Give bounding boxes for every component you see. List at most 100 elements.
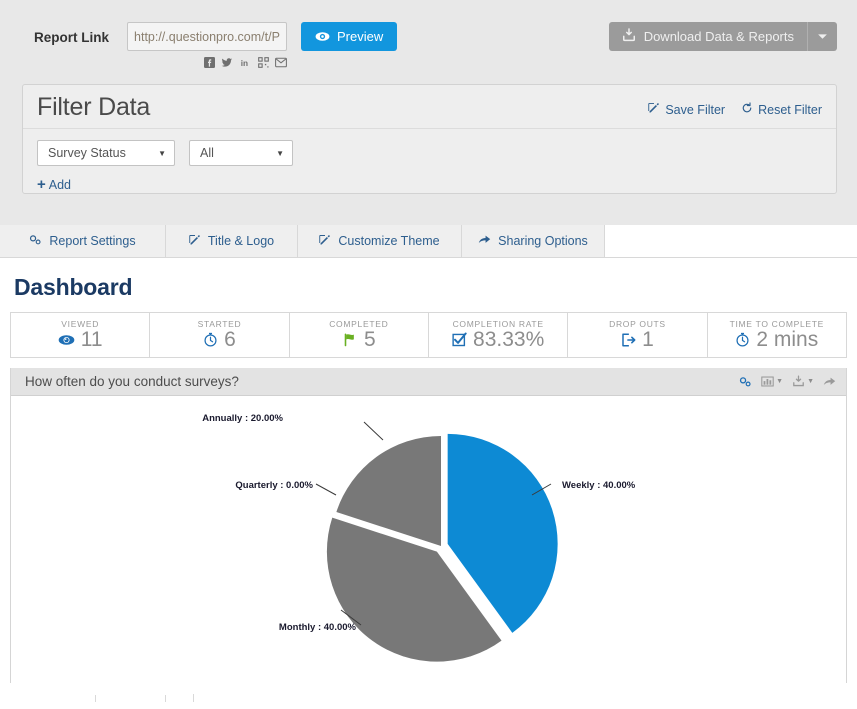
stat-card-time-to-complete: TIME TO COMPLETE 2 mins: [708, 313, 846, 357]
stat-card-drop-outs: DROP OUTS 1: [568, 313, 708, 357]
reset-icon: [741, 102, 753, 117]
stat-label: COMPLETION RATE: [452, 318, 544, 329]
report-link-group: in: [127, 22, 288, 68]
twitter-icon[interactable]: [221, 56, 233, 68]
add-filter-link[interactable]: + Add: [37, 177, 71, 192]
social-share-row: in: [203, 56, 287, 68]
page-title: Dashboard: [14, 274, 133, 300]
stat-value: 6: [224, 328, 236, 352]
tab-sharing-options-label: Sharing Options: [498, 234, 588, 248]
tab-customize-theme-label: Customize Theme: [338, 234, 440, 248]
edit-icon: [189, 234, 201, 249]
check-box-icon: [452, 332, 467, 347]
chart-panel-header: How often do you conduct surveys? ▼ ▼: [11, 368, 846, 396]
add-filter-label: Add: [48, 177, 72, 192]
save-filter-link[interactable]: Save Filter: [648, 102, 725, 117]
download-data-reports-button[interactable]: Download Data & Reports: [608, 22, 807, 51]
chevron-down-icon: ▼: [807, 378, 814, 385]
reset-filter-link[interactable]: Reset Filter: [741, 102, 822, 117]
email-icon[interactable]: [275, 56, 287, 68]
edit-icon: [319, 234, 331, 249]
plus-icon: +: [37, 176, 46, 193]
stat-value: 2 mins: [756, 328, 819, 352]
page-bottom-area: [0, 683, 857, 709]
tab-sharing-options[interactable]: Sharing Options: [462, 225, 605, 257]
chart-body: Annually : 20.00% Quarterly : 0.00% Week…: [11, 396, 846, 684]
bottom-artifact: [95, 695, 96, 702]
edit-icon: [648, 102, 660, 117]
stat-value: 83.33%: [473, 328, 545, 352]
stopwatch-icon: [203, 332, 218, 347]
stat-card-started: STARTED 6: [150, 313, 290, 357]
bottom-artifact: [193, 694, 194, 702]
filter-card-actions: Save Filter Reset Filter: [648, 102, 822, 120]
top-panel: Report Link in: [0, 0, 857, 225]
eye-icon: [315, 31, 330, 42]
chevron-down-icon: ▼: [276, 148, 284, 158]
facebook-icon[interactable]: [203, 56, 215, 68]
stat-value: 11: [80, 328, 103, 352]
filter-data-title: Filter Data: [37, 93, 151, 121]
chart-question-title: How often do you conduct surveys?: [25, 374, 239, 389]
filter-select-row: Survey Status ▼ All ▼: [37, 140, 822, 166]
question-chart-panel: How often do you conduct surveys? ▼ ▼ An…: [10, 368, 847, 685]
stopwatch-icon: [735, 332, 750, 347]
pie-label-monthly: Monthly : 40.00%: [279, 622, 357, 633]
filter-card-header: Filter Data Save Filter Reset Filter: [23, 85, 836, 129]
tab-customize-theme[interactable]: Customize Theme: [298, 225, 462, 257]
flag-icon: [342, 332, 358, 347]
share-icon: [478, 234, 491, 248]
report-link-input[interactable]: [127, 22, 288, 51]
tab-title-logo-label: Title & Logo: [207, 234, 275, 248]
tab-report-settings-label: Report Settings: [49, 234, 136, 248]
qrcode-icon[interactable]: [257, 56, 269, 68]
filter-data-card: Filter Data Save Filter Reset Filter Sur…: [22, 84, 837, 194]
eye-icon: [58, 334, 75, 346]
download-icon: [622, 28, 636, 45]
tab-title-logo[interactable]: Title & Logo: [166, 225, 298, 257]
chart-share-icon[interactable]: [823, 376, 836, 387]
chevron-down-icon: ▼: [158, 148, 166, 158]
reset-filter-label: Reset Filter: [758, 102, 822, 117]
filter-field-select[interactable]: Survey Status ▼: [37, 140, 175, 166]
stat-label: DROP OUTS: [609, 318, 666, 329]
stat-label: TIME TO COMPLETE: [729, 318, 825, 329]
download-button-label: Download Data & Reports: [643, 29, 794, 44]
preview-button-label: Preview: [337, 29, 384, 44]
linkedin-icon[interactable]: in: [239, 56, 251, 68]
preview-button[interactable]: Preview: [301, 22, 398, 51]
stat-value: 5: [363, 328, 376, 352]
dashboard-stats-row: VIEWED 11 STARTED 6 COMPLETED 5 COMPLETI…: [10, 312, 847, 358]
filter-field-select-value: Survey Status: [48, 146, 126, 160]
report-link-label: Report Link: [34, 30, 110, 45]
download-dropdown-caret-button[interactable]: [807, 22, 837, 51]
save-filter-label: Save Filter: [665, 102, 726, 117]
chart-settings-icon[interactable]: [739, 376, 752, 388]
gears-icon: [29, 234, 42, 249]
stat-card-completed: COMPLETED 5: [290, 313, 429, 357]
stat-value: 1: [642, 328, 654, 352]
pie-label-quarterly: Quarterly : 0.00%: [235, 480, 313, 491]
chart-download-icon[interactable]: ▼: [792, 375, 814, 388]
filter-value-select[interactable]: All ▼: [189, 140, 293, 166]
report-tabs: Report Settings Title & Logo Customize T…: [0, 225, 857, 258]
chevron-down-icon: [818, 34, 827, 39]
exit-icon: [621, 333, 636, 347]
svg-text:in: in: [240, 58, 247, 67]
pie-label-weekly: Weekly : 40.00%: [562, 480, 636, 491]
chevron-down-icon: ▼: [776, 378, 784, 385]
bottom-artifact: [165, 695, 166, 702]
stat-label: STARTED: [197, 318, 242, 329]
stat-card-completion-rate: COMPLETION RATE 83.33%: [429, 313, 569, 357]
stat-label: VIEWED: [61, 318, 100, 329]
tab-report-settings[interactable]: Report Settings: [0, 225, 166, 257]
download-button-group: Download Data & Reports: [608, 22, 837, 51]
chart-type-icon[interactable]: ▼: [761, 376, 783, 387]
tabbar-filler: [605, 225, 857, 257]
pie-label-annually: Annually : 20.00%: [202, 413, 283, 424]
filter-value-select-value: All: [200, 146, 214, 160]
stat-label: COMPLETED: [329, 318, 389, 329]
stat-card-viewed: VIEWED 11: [11, 313, 151, 357]
filter-card-body: Survey Status ▼ All ▼ + Add: [23, 129, 836, 194]
chart-toolbar: ▼ ▼: [739, 375, 836, 388]
